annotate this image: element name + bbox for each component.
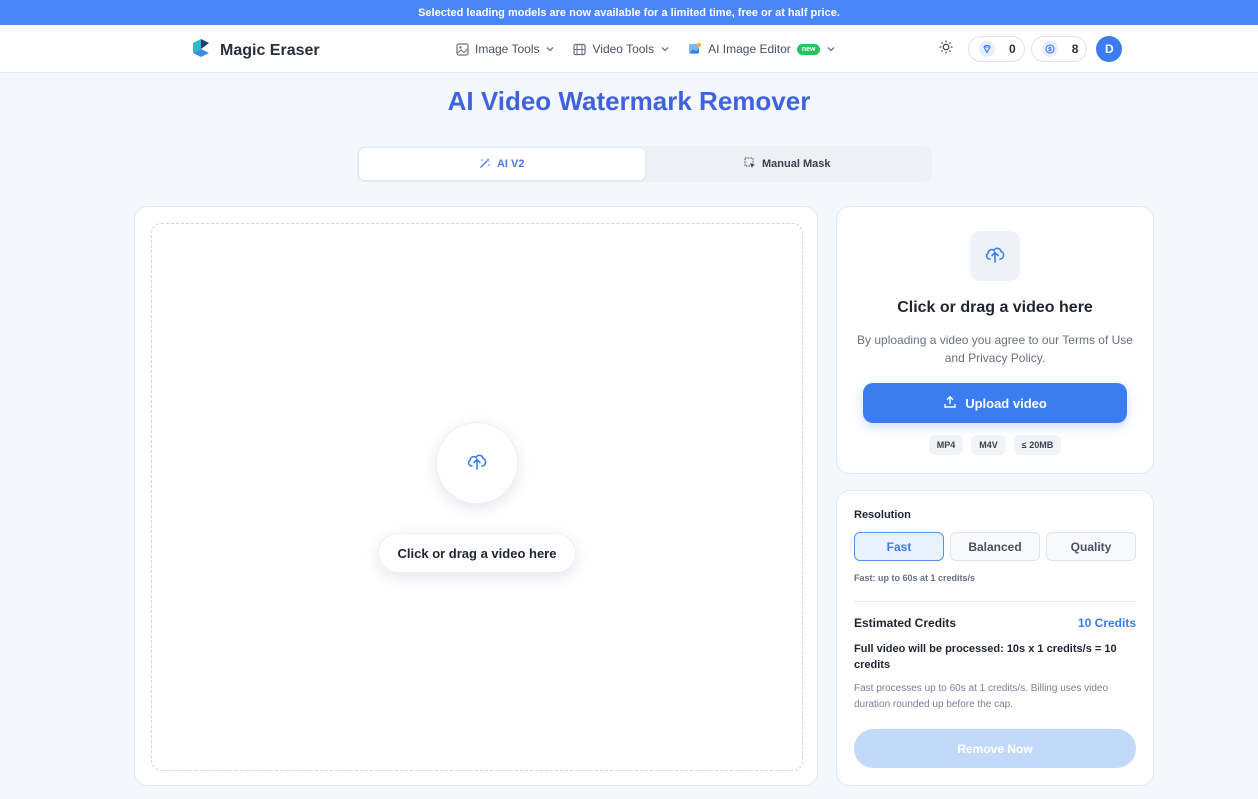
main-nav: Image Tools Video Tools AI Image Editor … xyxy=(456,25,836,73)
coins-balance-pill[interactable]: $ 8 xyxy=(1030,36,1088,62)
tab-manual-mask[interactable]: Manual Mask xyxy=(645,148,931,180)
resolution-quality-button[interactable]: Quality xyxy=(1046,532,1136,561)
upload-title: Click or drag a video here xyxy=(897,299,1093,316)
top-navbar: Magic Eraser Image Tools Video Tools AI … xyxy=(0,25,1258,73)
divider xyxy=(854,601,1136,602)
promo-banner: Selected leading models are now availabl… xyxy=(0,0,1258,25)
upload-icon xyxy=(943,395,957,412)
nav-image-tools[interactable]: Image Tools xyxy=(456,42,555,56)
user-avatar[interactable]: D xyxy=(1096,36,1123,62)
film-icon xyxy=(573,43,587,56)
estimated-credits-label: Estimated Credits xyxy=(854,616,957,630)
sun-icon xyxy=(939,40,953,59)
resolution-balanced-button[interactable]: Balanced xyxy=(950,532,1040,561)
resolution-fast-button[interactable]: Fast xyxy=(854,532,944,561)
nav-image-tools-label: Image Tools xyxy=(475,42,540,56)
video-preview-card: Click or drag a video here xyxy=(134,206,818,786)
tab-ai-v2[interactable]: AI V2 xyxy=(359,148,645,180)
upload-icon-box[interactable] xyxy=(970,231,1020,281)
diamond-icon xyxy=(979,41,995,57)
nav-ai-image-editor[interactable]: AI Image Editor new xyxy=(688,42,836,56)
nav-video-tools-label: Video Tools xyxy=(592,42,655,56)
credits-formula: Full video will be processed: 10s x 1 cr… xyxy=(854,643,1117,671)
format-chip: MP4 xyxy=(928,435,964,455)
brand-name: Magic Eraser xyxy=(220,41,320,59)
image-icon xyxy=(456,42,469,56)
settings-card: Resolution Fast Balanced Quality Fast: u… xyxy=(836,490,1154,786)
upload-video-button[interactable]: Upload video xyxy=(863,383,1127,423)
coin-icon: $ xyxy=(1041,41,1058,57)
chevron-down-icon xyxy=(660,44,670,54)
gems-balance-pill[interactable]: 0 xyxy=(968,36,1025,62)
chevron-down-icon xyxy=(545,44,555,54)
size-limit-chip: ≤ 20MB xyxy=(1013,435,1062,455)
dropzone-button[interactable]: Click or drag a video here xyxy=(378,533,576,573)
promo-banner-text: Selected leading models are now availabl… xyxy=(418,6,840,19)
gems-count: 0 xyxy=(1009,42,1016,56)
account-area: 0 $ 8 D xyxy=(936,25,1123,73)
brand-logo-link[interactable]: Magic Eraser xyxy=(190,37,320,64)
magic-eraser-logo-icon xyxy=(190,37,212,64)
magic-wand-icon xyxy=(479,157,491,172)
estimated-credits-value: 10 Credits xyxy=(1077,616,1136,630)
tab-manual-mask-label: Manual Mask xyxy=(762,158,831,170)
mode-tabs: AI V2 Manual Mask xyxy=(357,146,932,182)
cloud-upload-icon xyxy=(983,242,1007,271)
chevron-down-icon xyxy=(826,44,836,54)
format-chip: M4V xyxy=(971,435,1006,455)
coins-count: 8 xyxy=(1071,42,1079,56)
billing-note: Fast processes up to 60s at 1 credits/s.… xyxy=(854,683,1109,710)
dropzone-upload-circle[interactable] xyxy=(436,422,518,504)
cloud-upload-icon xyxy=(465,449,489,478)
page-title: AI Video Watermark Remover xyxy=(447,86,811,116)
upload-card: Click or drag a video here By uploading … xyxy=(836,206,1154,474)
nav-ai-image-editor-label: AI Image Editor xyxy=(708,42,791,56)
resolution-options: Fast Balanced Quality xyxy=(854,532,1136,561)
ai-editor-icon xyxy=(688,42,702,56)
upload-description: By uploading a video you agree to our Te… xyxy=(857,333,1133,365)
upload-video-label: Upload video xyxy=(965,395,1047,411)
tab-ai-v2-label: AI V2 xyxy=(496,158,525,170)
resolution-hint: Fast: up to 60s at 1 credits/s xyxy=(854,573,976,583)
nav-video-tools[interactable]: Video Tools xyxy=(573,42,670,56)
video-dropzone[interactable]: Click or drag a video here xyxy=(151,223,803,771)
resolution-label: Resolution xyxy=(854,509,911,521)
new-badge: new xyxy=(796,43,821,55)
mask-select-icon xyxy=(744,157,756,172)
remove-now-button[interactable]: Remove Now xyxy=(854,729,1136,768)
theme-toggle-button[interactable] xyxy=(936,39,956,59)
svg-text:$: $ xyxy=(1048,46,1052,53)
supported-formats: MP4 M4V ≤ 20MB xyxy=(837,435,1153,455)
